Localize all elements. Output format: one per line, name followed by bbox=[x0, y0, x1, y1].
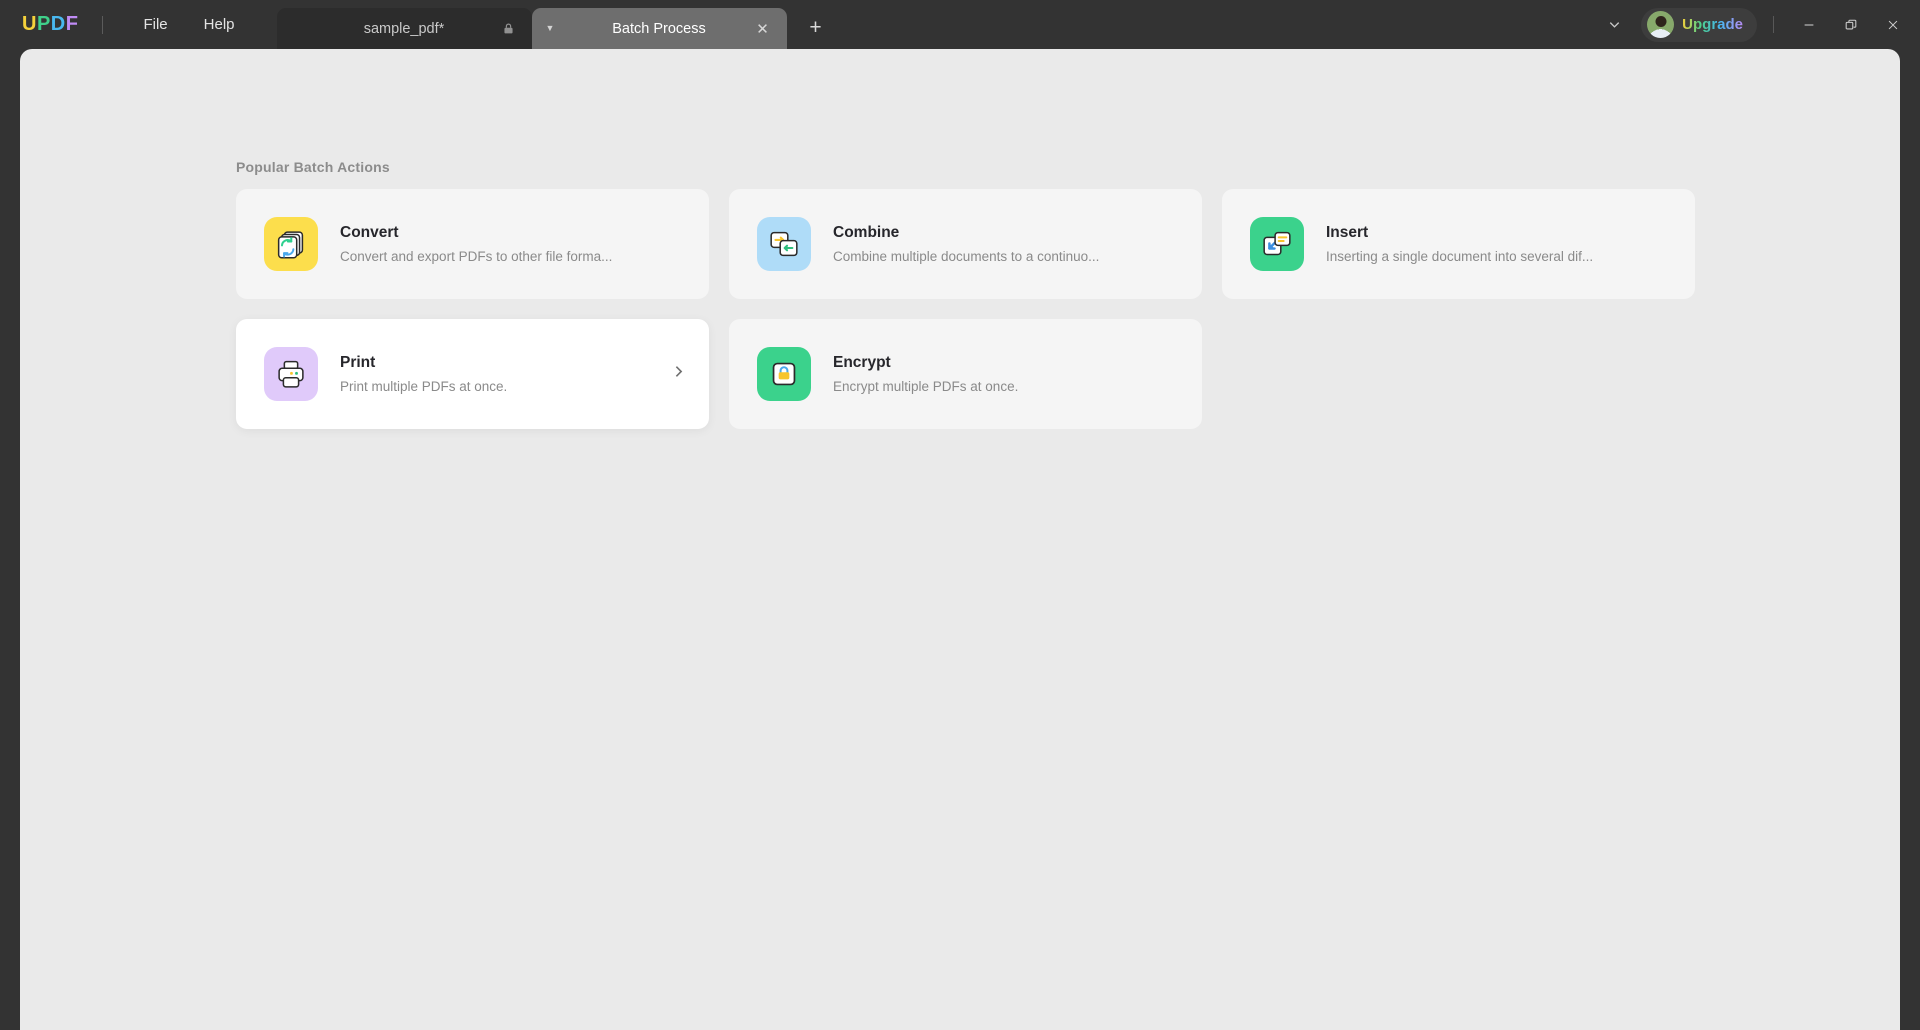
upgrade-label: Upgrade bbox=[1682, 16, 1743, 33]
minimize-button[interactable] bbox=[1788, 7, 1830, 43]
batch-card-encrypt-desc: Encrypt multiple PDFs at once. bbox=[833, 379, 1019, 394]
batch-card-combine-title: Combine bbox=[833, 224, 900, 241]
title-bar-right: Upgrade bbox=[1597, 0, 1920, 49]
batch-card-insert-title: Insert bbox=[1326, 224, 1369, 241]
batch-card-combine[interactable]: Combine Combine multiple documents to a … bbox=[729, 189, 1202, 299]
batch-card-convert-title: Convert bbox=[340, 224, 399, 241]
batch-card-print-text: Print Print multiple PDFs at once. bbox=[340, 354, 660, 394]
upgrade-button[interactable]: Upgrade bbox=[1641, 7, 1757, 42]
menu-help[interactable]: Help bbox=[186, 0, 253, 49]
batch-card-combine-desc: Combine multiple documents to a continuo… bbox=[833, 249, 1100, 264]
lock-icon bbox=[503, 23, 513, 34]
batch-card-convert[interactable]: Convert Convert and export PDFs to other… bbox=[236, 189, 709, 299]
tab-strip: sample_pdf* ▼ Batch Process ✕ + bbox=[276, 0, 1598, 49]
print-icon bbox=[264, 347, 318, 401]
chevron-down-icon[interactable]: ▼ bbox=[546, 24, 555, 33]
batch-card-print-title: Print bbox=[340, 354, 376, 371]
combine-icon bbox=[757, 217, 811, 271]
close-icon[interactable]: ✕ bbox=[753, 19, 773, 39]
batch-card-insert-desc: Inserting a single document into several… bbox=[1326, 249, 1594, 264]
batch-card-combine-text: Combine Combine multiple documents to a … bbox=[833, 224, 1180, 264]
batch-card-print-desc: Print multiple PDFs at once. bbox=[340, 379, 508, 394]
content-area: Popular Batch Actions Convert Convert an… bbox=[20, 49, 1900, 1030]
restore-button[interactable] bbox=[1830, 7, 1872, 43]
encrypt-icon bbox=[757, 347, 811, 401]
window-controls-divider bbox=[1773, 16, 1774, 33]
batch-card-insert-text: Insert Inserting a single document into … bbox=[1326, 224, 1673, 264]
logo-letter-f: F bbox=[65, 13, 79, 35]
insert-icon bbox=[1250, 217, 1304, 271]
batch-actions-grid: Convert Convert and export PDFs to other… bbox=[236, 189, 1716, 429]
title-bar: U P D F File Help sample_pdf* ▼ Batch Pr… bbox=[0, 0, 1920, 49]
chevron-right-icon bbox=[670, 363, 687, 385]
close-window-button[interactable] bbox=[1872, 7, 1914, 43]
tab-list-chevron-icon[interactable] bbox=[1597, 8, 1631, 42]
batch-card-encrypt-text: Encrypt Encrypt multiple PDFs at once. bbox=[833, 354, 1180, 394]
logo-letter-p: P bbox=[36, 13, 51, 35]
batch-card-print[interactable]: Print Print multiple PDFs at once. bbox=[236, 319, 709, 429]
batch-card-convert-desc: Convert and export PDFs to other file fo… bbox=[340, 249, 613, 264]
logo-letter-d: D bbox=[50, 13, 66, 35]
avatar bbox=[1647, 11, 1675, 38]
tab-sample-pdf[interactable]: sample_pdf* bbox=[276, 8, 532, 49]
tab-batch-process-label: Batch Process bbox=[612, 20, 706, 37]
batch-card-convert-text: Convert Convert and export PDFs to other… bbox=[340, 224, 687, 264]
tab-sample-pdf-label: sample_pdf* bbox=[363, 20, 445, 37]
convert-icon bbox=[264, 217, 318, 271]
batch-card-encrypt-title: Encrypt bbox=[833, 354, 891, 371]
page-title: Popular Batch Actions bbox=[236, 159, 390, 175]
tab-batch-process[interactable]: ▼ Batch Process ✕ bbox=[531, 8, 787, 49]
logo-letter-u: U bbox=[22, 13, 37, 35]
batch-card-insert[interactable]: Insert Inserting a single document into … bbox=[1222, 189, 1695, 299]
batch-card-encrypt[interactable]: Encrypt Encrypt multiple PDFs at once. bbox=[729, 319, 1202, 429]
logo-divider bbox=[102, 15, 104, 34]
title-bar-left: U P D F File Help bbox=[0, 0, 253, 49]
menu-file[interactable]: File bbox=[125, 0, 185, 49]
updf-logo: U P D F bbox=[22, 13, 78, 36]
new-tab-button[interactable]: + bbox=[799, 11, 833, 45]
